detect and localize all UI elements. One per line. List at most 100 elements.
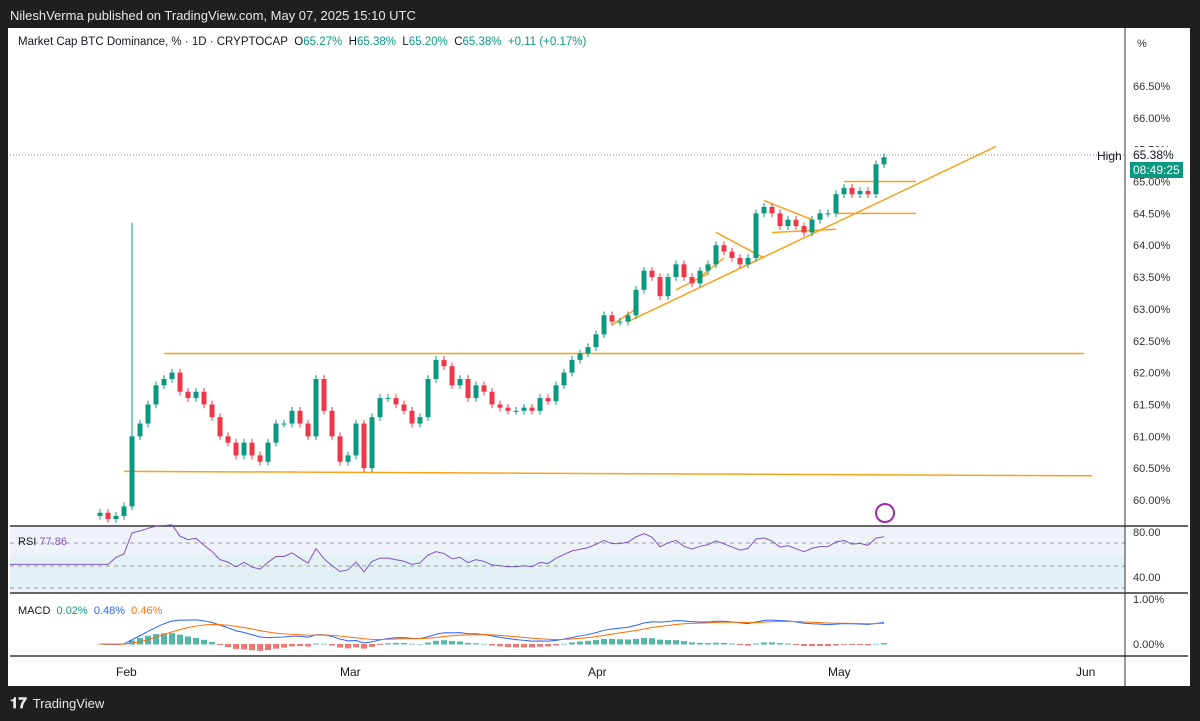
price-tick: 60.50% [1133,463,1171,475]
candle-up [753,213,759,258]
price-chart[interactable]: 66.50%66.00%65.50%65.00%64.50%64.00%63.5… [0,0,1200,721]
candle-up [537,398,543,411]
candle-up [633,289,639,316]
rsi-value: 77.86 [39,536,67,548]
candle-up [345,455,351,462]
price-tick: 63.50% [1133,272,1171,284]
candle-down [737,257,743,265]
macd-histogram-bar [433,640,439,645]
macd-histogram-bar [449,641,455,645]
candle-up [153,385,159,405]
candle-up [417,417,423,424]
unit-label: % [1137,38,1147,50]
candle-up [705,264,711,271]
low-value: 65.20% [408,36,448,48]
candle-up [601,315,607,335]
candle-up [121,506,127,516]
candle-down [681,264,687,278]
macd-histogram-bar [369,644,375,647]
macd-histogram-bar [417,643,423,645]
macd-histogram-bar [225,644,231,648]
macd-histogram-bar [209,641,215,645]
macd-histogram-bar [769,642,775,645]
macd-histogram-bar [649,638,655,645]
candle-up [425,378,431,418]
candle-down [793,219,799,227]
macd-histogram-bar [361,644,367,649]
price-tick: 64.00% [1133,240,1171,252]
open-value: 65.27% [303,36,343,48]
macd-histogram-bar [705,643,711,645]
trendline [699,257,725,278]
price-tick: 62.00% [1133,368,1171,380]
macd-histogram-bar [513,644,519,648]
macd-histogram-bar [321,643,327,645]
candle-up [457,378,463,386]
candle-down [481,385,487,392]
high-value: 65.38% [356,36,396,48]
candle-down [105,512,111,520]
macd-histogram-bar [441,640,447,645]
candle-down [465,378,471,399]
rsi-tick: 40.00 [1133,572,1161,584]
macd-histogram-bar [713,642,719,645]
macd-histogram-bar [345,644,351,649]
candle-down [689,277,695,284]
candle-up [369,417,375,469]
candle-up [569,359,575,373]
macd-histogram-bar [265,644,271,651]
macd-histogram-bar [393,642,399,645]
macd-label: MACD 0.02% 0.48% 0.46% [18,605,163,617]
candle-down [849,187,855,195]
rsi-tick: 80.00 [1133,527,1161,539]
high-label: H [348,36,357,48]
candle-up [97,512,103,516]
macd-histogram-bar [385,643,391,645]
candle-down [201,391,207,405]
candle-down [257,455,263,462]
macd-histogram-bar [353,644,359,648]
macd-histogram-bar [577,641,583,645]
event-flash-icon [875,503,895,523]
macd-histogram-bar [169,633,175,645]
candle-up [761,206,767,214]
candle-up [745,257,751,265]
macd-tick: 1.00% [1133,594,1164,606]
candle-up [833,194,839,214]
candle-up [697,270,703,284]
price-tick: 63.00% [1133,304,1171,316]
macd-histogram-bar [849,644,855,645]
macd-histogram-bar [761,642,767,645]
candle-up [561,372,567,386]
candle-up [169,372,175,379]
candle-up [585,347,591,354]
macd-histogram-bar [625,639,631,645]
macd-histogram-bar [377,644,383,645]
candle-up [265,442,271,462]
macd-histogram-bar [801,644,807,646]
macd-histogram-bar [721,642,727,645]
candle-up [129,436,135,507]
candle-down [609,315,615,322]
candle-down [393,398,399,405]
candle-up [473,385,479,399]
time-tick: Mar [340,665,361,679]
macd-histogram-bar [537,644,543,647]
candle-up [137,423,143,437]
macd-histogram-bar [401,642,407,645]
candle-up [785,219,791,227]
macd-histogram-bar [729,643,735,645]
candle-up [825,213,831,215]
rsi-band [10,555,1125,589]
candle-up [841,187,847,195]
logo-icon: 𝟏𝟕 [10,695,27,712]
open-label: O [294,36,304,48]
candle-down [225,436,231,443]
macd-histogram-bar [745,644,751,646]
macd-histogram-bar [641,637,647,645]
candle-up [665,277,671,297]
macd-histogram-bar [481,643,487,645]
price-tick: 61.00% [1133,431,1171,443]
macd-histogram-bar [241,644,247,650]
macd-histogram-bar [153,634,159,645]
